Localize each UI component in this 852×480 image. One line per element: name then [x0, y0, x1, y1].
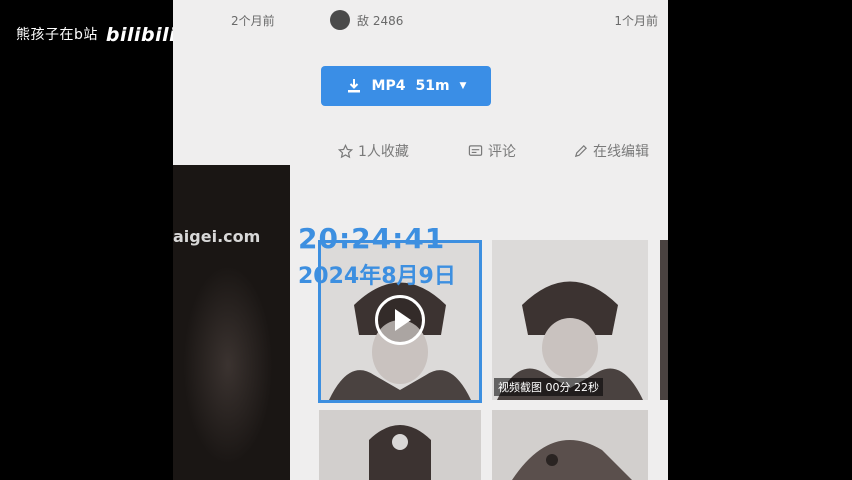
- thumbnail-caption: 视频截图 00分 22秒: [494, 378, 603, 396]
- download-button[interactable]: MP4 51m ▼: [321, 66, 491, 106]
- play-icon[interactable]: [375, 295, 425, 345]
- video-frame: [183, 265, 273, 465]
- thumbnail-2[interactable]: 视频截图 00分 22秒: [492, 240, 648, 400]
- video-preview[interactable]: aigei.com: [173, 165, 290, 480]
- updated-time: 1个月前: [614, 14, 658, 28]
- comment-label: 评论: [488, 144, 516, 160]
- watermark: 熊孩子在b站 bilibili: [16, 22, 177, 46]
- download-size: 51m: [415, 78, 450, 94]
- thumbnail-image: [492, 240, 648, 400]
- favorite-label: 1人收藏: [358, 144, 409, 160]
- pencil-icon: [574, 144, 587, 157]
- site-watermark: aigei.com: [173, 227, 261, 246]
- edit-label: 在线编辑: [593, 144, 649, 160]
- watermark-text: 熊孩子在b站: [16, 27, 98, 43]
- action-bar: 1人收藏 评论 在线编辑: [338, 141, 668, 163]
- avatar[interactable]: [330, 10, 350, 30]
- chevron-down-icon: ▼: [459, 81, 467, 91]
- timestamp-date: 2024年8月9日: [298, 264, 456, 289]
- favorite-button[interactable]: 1人收藏: [338, 141, 409, 161]
- star-icon: [338, 143, 353, 158]
- thumbnail-5[interactable]: [660, 240, 668, 400]
- bilibili-logo: bilibili: [105, 24, 177, 46]
- user-name[interactable]: 敌 2486: [357, 12, 403, 29]
- thumbnail-3[interactable]: [319, 410, 481, 480]
- upload-time: 2个月前: [231, 14, 275, 28]
- thumbnail-4[interactable]: [492, 410, 648, 480]
- comment-icon: [468, 144, 483, 156]
- edit-button[interactable]: 在线编辑: [573, 141, 649, 161]
- thumbnail-image: [319, 410, 481, 480]
- meta-row: 2个月前 敌 2486 1个月前: [173, 10, 668, 32]
- timestamp-time: 20:24:41: [298, 222, 446, 255]
- comment-button[interactable]: 评论: [468, 141, 516, 161]
- thumbnail-image: [492, 410, 648, 480]
- download-icon: [347, 79, 360, 93]
- download-format: MP4: [371, 78, 406, 94]
